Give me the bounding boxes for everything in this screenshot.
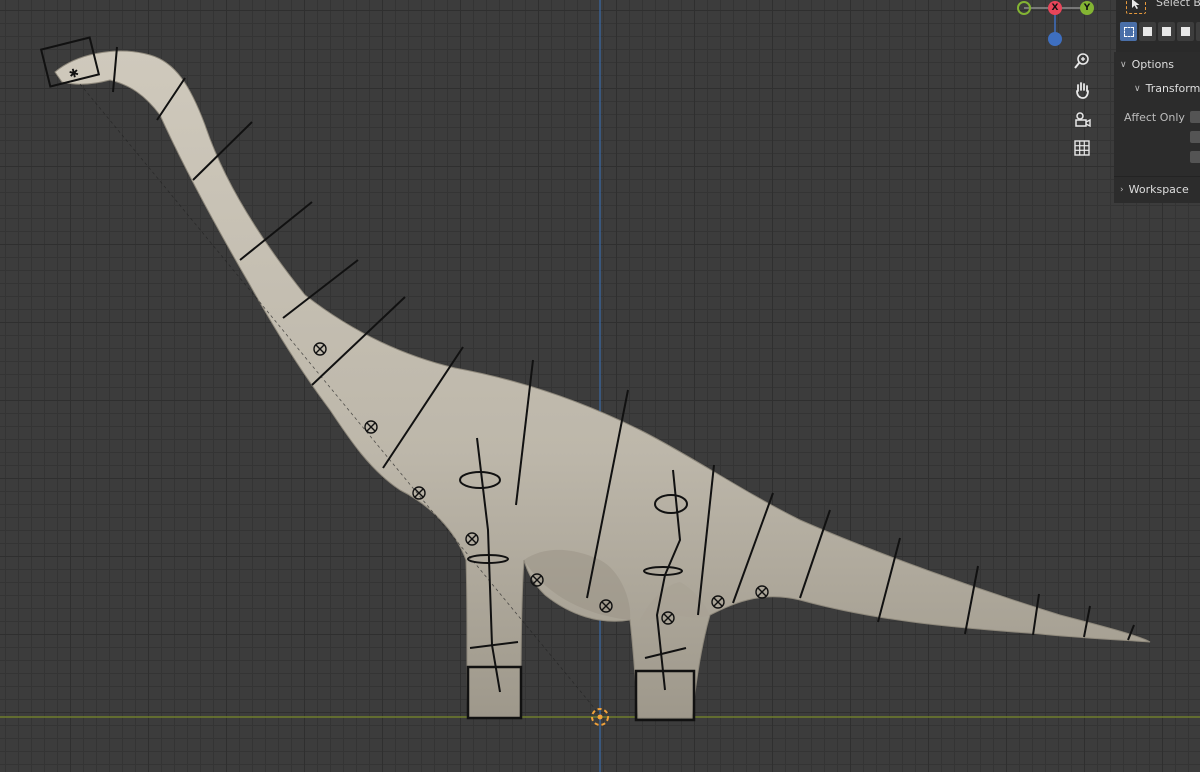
gizmo-x-axis[interactable]: X [1048, 1, 1062, 15]
gizmo-y-axis[interactable]: Y [1080, 1, 1094, 15]
affect-only-label: Affect Only [1124, 111, 1185, 124]
options-header[interactable]: ∨ Options [1120, 58, 1174, 71]
3d-viewport[interactable]: ✱ X Y [0, 0, 1200, 772]
affect-only-locations-checkbox[interactable] [1190, 131, 1200, 143]
scene-canvas[interactable]: ✱ [0, 0, 1200, 772]
navigation-gizmo[interactable]: X Y [1014, 0, 1098, 48]
pan-hand-icon[interactable] [1069, 77, 1095, 103]
chevron-right-icon: › [1120, 184, 1124, 195]
workspace-panel[interactable]: › Workspace [1114, 176, 1200, 203]
transform-header[interactable]: ∨ Transform [1134, 82, 1200, 95]
chevron-down-icon: ∨ [1134, 83, 1141, 94]
affect-only-origins-checkbox[interactable] [1190, 111, 1200, 123]
transform-label: Transform [1145, 82, 1200, 95]
gizmo-z-axis[interactable] [1048, 32, 1062, 46]
gizmo-neg-x-icon[interactable] [1017, 1, 1031, 15]
tool-header: Select B [1116, 0, 1200, 52]
select-cursor-icon[interactable] [1126, 0, 1146, 14]
options-label: Options [1131, 58, 1175, 71]
dinosaur-mesh[interactable] [54, 50, 1151, 719]
mode-extend-icon[interactable] [1139, 22, 1156, 41]
selection-mode-row [1120, 22, 1200, 41]
camera-icon[interactable] [1069, 106, 1095, 132]
zoom-icon[interactable] [1069, 48, 1095, 74]
mode-intersect-icon[interactable] [1196, 22, 1200, 41]
chevron-down-icon: ∨ [1120, 59, 1127, 70]
mode-difference-icon[interactable] [1177, 22, 1194, 41]
mode-subtract-icon[interactable] [1158, 22, 1175, 41]
workspace-label: Workspace [1128, 183, 1189, 196]
grid-icon[interactable] [1069, 135, 1095, 161]
affect-only-parents-checkbox[interactable] [1190, 151, 1200, 163]
options-panel: ∨ Options ∨ Transform Affect Only [1114, 52, 1200, 176]
select-tool-label[interactable]: Select B [1156, 0, 1200, 9]
mode-set-icon[interactable] [1120, 22, 1137, 41]
